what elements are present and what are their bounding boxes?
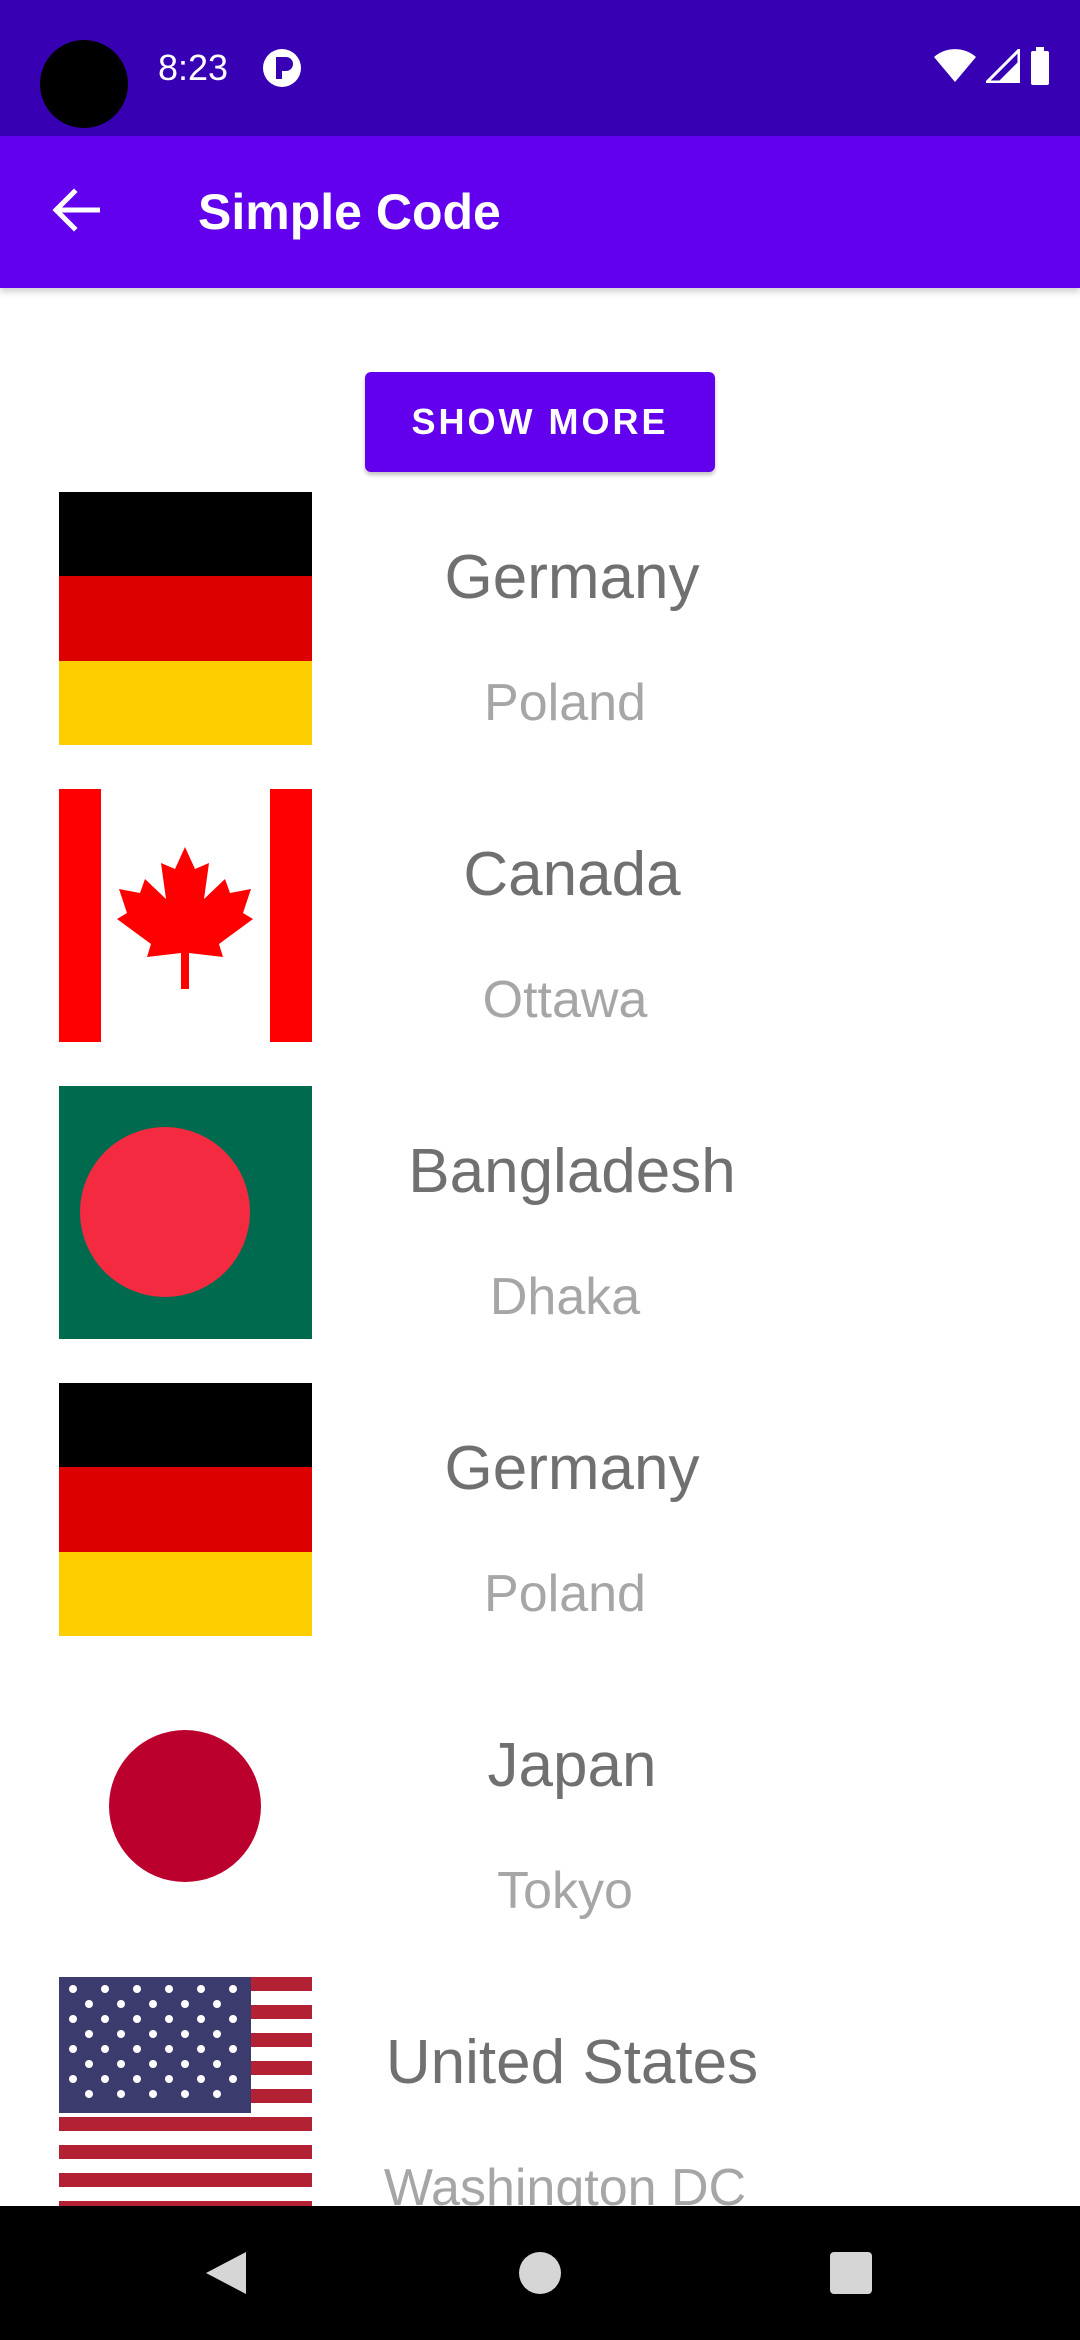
capital-name: Poland: [484, 674, 646, 732]
content-area[interactable]: SHOW MORE Germany Poland Canada Ottawa B…: [0, 288, 1080, 2206]
canada-flag-icon: [59, 789, 312, 1042]
bangladesh-flag-icon: [59, 1086, 312, 1339]
arrow-back-icon: [52, 187, 101, 237]
list-item[interactable]: Germany Poland: [0, 1383, 1080, 1680]
capital-name: Ottawa: [482, 971, 648, 1029]
country-name: Germany: [444, 543, 700, 612]
nav-back-icon[interactable]: [202, 2248, 250, 2298]
germany-flag-icon: [59, 492, 312, 745]
app-bar: Simple Code: [0, 136, 1080, 288]
germany-flag-icon: [59, 1383, 312, 1636]
capital-name: Poland: [484, 1565, 646, 1623]
app-notification-icon: [262, 48, 302, 88]
back-button[interactable]: [32, 172, 120, 252]
signal-icon: [983, 45, 1021, 88]
country-name: Germany: [444, 1434, 700, 1503]
capital-name: Tokyo: [497, 1862, 633, 1920]
screen: 8:23 Simple Code SHOW MORE Germany Polan…: [0, 0, 1080, 2340]
country-name: Japan: [487, 1731, 657, 1800]
status-bar: 8:23: [0, 0, 1080, 136]
usa-flag-icon: [59, 1977, 312, 2206]
capital-name: Washington DC: [383, 2159, 747, 2206]
japan-flag-icon: [59, 1680, 312, 1933]
country-name: United States: [385, 2028, 759, 2097]
list-item[interactable]: Germany Poland: [0, 492, 1080, 789]
show-more-button[interactable]: SHOW MORE: [365, 372, 715, 472]
battery-icon: [1030, 46, 1050, 90]
system-nav-bar: [0, 2206, 1080, 2340]
status-time: 8:23: [158, 47, 229, 88]
list-item[interactable]: United States Washington DC: [0, 1977, 1080, 2206]
list-item[interactable]: Bangladesh Dhaka: [0, 1086, 1080, 1383]
country-name: Bangladesh: [408, 1137, 736, 1206]
country-list[interactable]: Germany Poland Canada Ottawa Bangladesh …: [0, 492, 1080, 2206]
wifi-icon: [934, 48, 976, 88]
country-name: Canada: [463, 840, 681, 909]
page-title: Simple Code: [198, 184, 501, 240]
list-item[interactable]: Canada Ottawa: [0, 789, 1080, 1086]
camera-cutout: [40, 40, 128, 128]
status-icons: [934, 44, 1050, 92]
capital-name: Dhaka: [489, 1268, 641, 1326]
list-item[interactable]: Japan Tokyo: [0, 1680, 1080, 1977]
nav-home-icon[interactable]: [519, 2252, 561, 2294]
nav-recents-icon[interactable]: [830, 2252, 872, 2294]
